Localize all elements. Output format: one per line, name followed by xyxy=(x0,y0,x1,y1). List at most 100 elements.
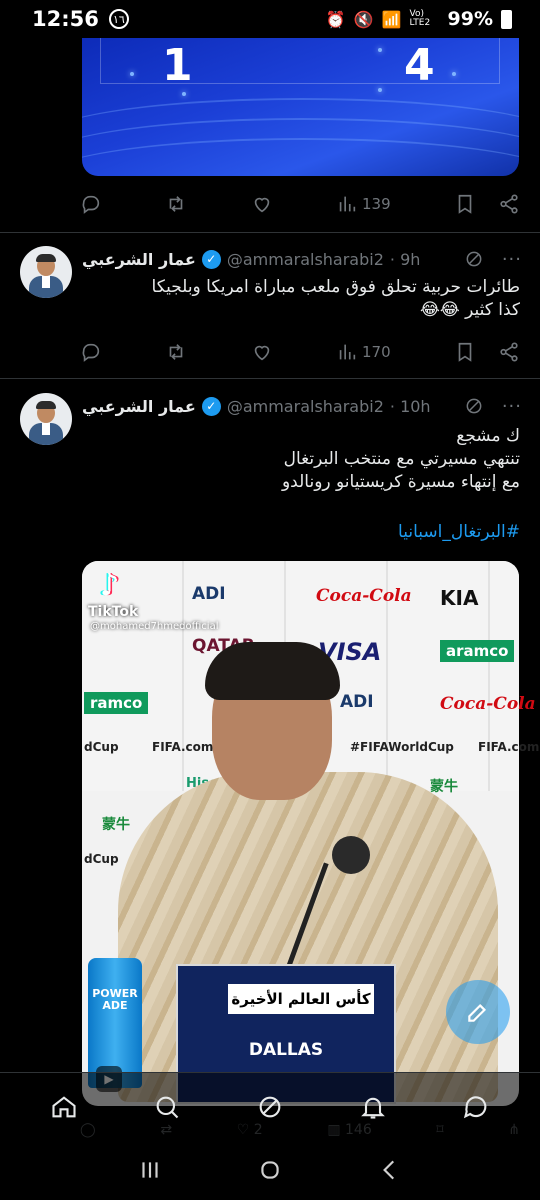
glow-dot xyxy=(378,88,382,92)
home-circle-icon[interactable] xyxy=(257,1157,283,1183)
sponsor-logo: dCup xyxy=(84,740,119,754)
sponsor-logo: #FIFAWorldCup xyxy=(350,740,454,754)
player-hair xyxy=(205,642,340,700)
mute-icon: 🔇 xyxy=(353,9,374,29)
verified-icon: ✓ xyxy=(201,249,221,269)
bookmark-button[interactable] xyxy=(454,341,476,363)
divider xyxy=(0,378,540,379)
tweet-line: مع إنتهاء مسيرة كريستيانو رونالدو xyxy=(281,472,520,492)
search-icon[interactable] xyxy=(153,1093,181,1121)
author-name[interactable]: عمار الشرعبي xyxy=(82,250,196,269)
tweet-time: · 9h xyxy=(389,249,421,269)
spaces-icon[interactable] xyxy=(256,1093,284,1121)
messages-icon[interactable] xyxy=(462,1093,490,1121)
share-icon xyxy=(500,194,518,214)
system-nav xyxy=(0,1140,540,1200)
tweet-text: ك مشجع تنتهي مسيرتي مع منتخب البرتغال مع… xyxy=(90,425,520,494)
grok-icon[interactable] xyxy=(464,249,484,269)
score-right: 4 xyxy=(404,40,435,91)
glow-dot xyxy=(182,92,186,96)
tiktok-watermark: TikTok xyxy=(88,604,139,620)
retweet-icon xyxy=(170,196,183,212)
back-icon[interactable] xyxy=(377,1157,403,1183)
heart-icon xyxy=(254,345,269,361)
bookmark-icon xyxy=(458,342,472,362)
sponsor-logo: ramco xyxy=(84,692,149,714)
hashtag-link[interactable]: #البرتغال_اسبانيا xyxy=(398,522,520,542)
home-icon[interactable] xyxy=(50,1093,78,1121)
like-button[interactable] xyxy=(251,193,273,215)
views-icon xyxy=(339,196,356,212)
reply-button[interactable] xyxy=(80,341,102,363)
tweet-text: طائرات حربية تحلق فوق ملعب مباراة امريكا… xyxy=(90,276,520,322)
microphone-icon xyxy=(332,836,370,874)
tweet-line: تنتهي مسيرتي مع منتخب البرتغال xyxy=(283,449,520,469)
sponsor-logo: aramco xyxy=(440,640,515,662)
glow-dot xyxy=(452,72,456,76)
sponsor-logo: ADI xyxy=(340,692,374,712)
score-panel xyxy=(100,38,500,84)
bookmark-button[interactable] xyxy=(454,193,476,215)
retweet-icon xyxy=(170,344,183,360)
compose-button[interactable] xyxy=(446,980,510,1044)
views-button[interactable]: 139 xyxy=(336,193,391,215)
sponsor-logo: 蒙牛 xyxy=(102,817,130,833)
tiktok-username: @mohamed7hmedofficial xyxy=(90,621,219,632)
tweet-line: ك مشجع xyxy=(456,426,520,446)
author-handle[interactable]: @ammaralsharabi2 xyxy=(227,397,384,416)
previous-tweet-media[interactable]: 1 4 xyxy=(82,38,519,176)
views-button[interactable]: 170 xyxy=(336,341,391,363)
recents-icon[interactable] xyxy=(137,1157,163,1183)
tweet-line: كذا كثير 😂😂 xyxy=(419,300,520,320)
share-icon xyxy=(500,342,518,362)
tweet-header: عمار الشرعبي ✓ @ammaralsharabi2 · 9h ··· xyxy=(82,244,522,274)
more-icon[interactable]: ··· xyxy=(502,396,522,417)
compose-icon xyxy=(468,1003,487,1022)
tweet-actions: 170 xyxy=(80,337,520,367)
bottom-nav xyxy=(0,1072,540,1140)
status-time: 12:56 xyxy=(32,7,99,31)
sponsor-logo: Coca-Cola xyxy=(316,586,412,606)
share-button[interactable] xyxy=(498,193,520,215)
reply-icon xyxy=(82,343,100,362)
views-count: 139 xyxy=(361,195,391,213)
status-bar: 12:56 ١٦ ⏰ 🔇 📶 Vo) LTE2 99% xyxy=(0,0,540,38)
notifications-icon[interactable] xyxy=(359,1093,387,1121)
sponsor-logo: Coca-Cola xyxy=(440,694,536,714)
tweet-actions: 139 xyxy=(80,189,520,219)
sponsor-logo: FIFA.com xyxy=(152,740,214,754)
views-count: 170 xyxy=(361,343,391,361)
heart-icon xyxy=(254,197,269,213)
author-name[interactable]: عمار الشرعبي xyxy=(82,397,196,416)
grok-icon[interactable] xyxy=(464,396,484,416)
retweet-button[interactable] xyxy=(165,341,187,363)
tweet-line: طائرات حربية تحلق فوق ملعب مباراة امريكا… xyxy=(151,277,520,297)
reply-icon xyxy=(82,195,100,214)
glow-dot xyxy=(130,72,134,76)
sponsor-logo: ADI xyxy=(192,584,226,604)
network-label: Vo) LTE2 xyxy=(409,9,431,28)
video-caption: كأس العالم الأخيرة xyxy=(228,984,374,1014)
avatar[interactable] xyxy=(20,393,72,445)
tweet-time: · 10h xyxy=(389,396,431,416)
notification-badge: ١٦ xyxy=(108,9,129,29)
bookmark-icon xyxy=(458,194,472,214)
more-icon[interactable]: ··· xyxy=(502,249,522,270)
sponsor-logo: 蒙牛 xyxy=(430,779,458,795)
avatar[interactable] xyxy=(20,246,72,298)
share-button[interactable] xyxy=(498,341,520,363)
divider xyxy=(0,232,540,233)
podium-city: DALLAS xyxy=(248,1040,324,1060)
battery-icon xyxy=(501,9,512,29)
bottle-label: POWER ADE xyxy=(92,987,138,1012)
sponsor-logo: KIA xyxy=(440,586,479,610)
tweet-header: عمار الشرعبي ✓ @ammaralsharabi2 · 10h ··… xyxy=(82,391,522,421)
verified-icon: ✓ xyxy=(201,396,221,416)
author-handle[interactable]: @ammaralsharabi2 xyxy=(227,250,384,269)
like-button[interactable] xyxy=(251,341,273,363)
sponsor-logo: FIFA.com xyxy=(478,740,540,754)
retweet-button[interactable] xyxy=(165,193,187,215)
tiktok-icon: ♪ xyxy=(100,568,120,603)
reply-button[interactable] xyxy=(80,193,102,215)
battery-percent: 99% xyxy=(447,8,493,30)
